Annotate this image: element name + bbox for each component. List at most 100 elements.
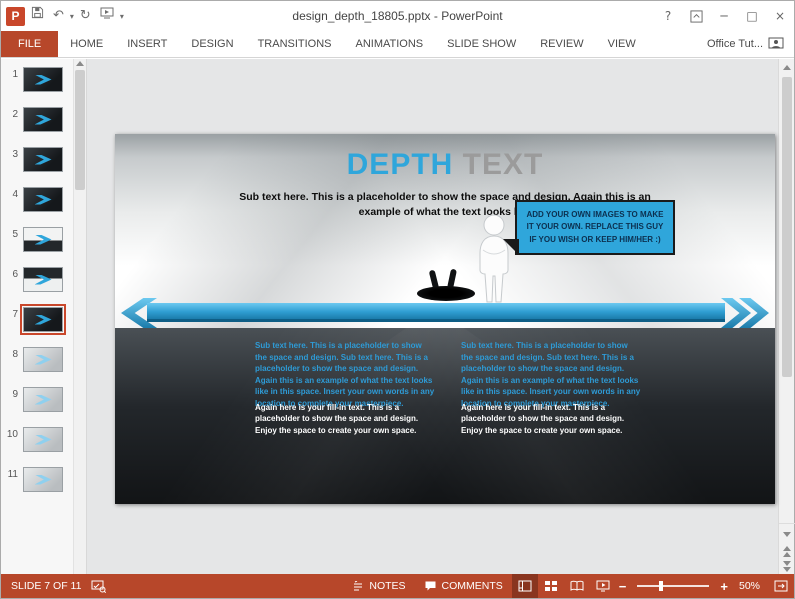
scrollbar-track[interactable] — [779, 75, 795, 523]
tab-transitions[interactable]: TRANSITIONS — [246, 31, 344, 57]
next-slide-button[interactable] — [783, 561, 791, 572]
tab-slideshow[interactable]: SLIDE SHOW — [435, 31, 528, 57]
stick-figure-image[interactable] — [473, 214, 515, 311]
notes-button[interactable]: NOTES — [343, 574, 414, 598]
slide-title[interactable]: DEPTH TEXT — [115, 148, 775, 182]
redo-icon[interactable]: ↻ — [77, 6, 94, 26]
previous-slide-button[interactable] — [783, 546, 791, 557]
slide-thumbnail[interactable] — [23, 67, 63, 92]
account-name: Office Tut... — [707, 38, 763, 50]
spell-check-icon[interactable] — [91, 580, 106, 593]
comments-label: COMMENTS — [442, 580, 503, 592]
thumbnail-slide-10[interactable]: 10 — [1, 427, 73, 467]
thumbnail-slide-4[interactable]: 4 — [1, 187, 73, 227]
tab-view[interactable]: VIEW — [596, 31, 648, 57]
slide-number: 1 — [5, 67, 18, 80]
slide-thumbnail[interactable] — [23, 427, 63, 452]
slide-thumbnail[interactable] — [23, 227, 63, 252]
notes-icon — [352, 581, 364, 592]
thumbnail-slide-9[interactable]: 9 — [1, 387, 73, 427]
slide-sorter-view-button[interactable] — [538, 574, 564, 598]
thumbnail-slide-1[interactable]: 1 — [1, 67, 73, 107]
zoom-slider[interactable] — [637, 585, 709, 587]
slide-number: 9 — [5, 387, 18, 400]
help-button[interactable]: ? — [654, 1, 682, 31]
customize-quick-access-icon[interactable]: ▾ — [120, 12, 124, 21]
comments-button[interactable]: COMMENTS — [415, 574, 512, 598]
start-slideshow-icon[interactable] — [97, 6, 117, 26]
tab-review[interactable]: REVIEW — [528, 31, 595, 57]
arrow-icon — [35, 155, 52, 165]
thumbnail-slide-11[interactable]: 11 — [1, 467, 73, 507]
thumbnail-slide-5[interactable]: 5 — [1, 227, 73, 267]
arrow-banner-shape[interactable] — [121, 300, 769, 328]
thumbnail-slide-6[interactable]: 6 — [1, 267, 73, 307]
slide-number: 7 — [5, 307, 18, 320]
thumbnail-slide-8[interactable]: 8 — [1, 347, 73, 387]
notes-label: NOTES — [369, 580, 405, 592]
slide-thumbnail[interactable] — [23, 267, 63, 292]
scroll-up-icon[interactable] — [76, 61, 84, 66]
slide-thumbnail-selected[interactable] — [23, 307, 63, 332]
undo-icon[interactable]: ↶ — [50, 6, 67, 26]
ribbon-display-options-button[interactable] — [682, 1, 710, 31]
workspace: 1 2 3 4 5 6 7 8 9 10 11 DEP — [1, 59, 794, 574]
text-column-left[interactable]: Sub text here. This is a placeholder to … — [255, 340, 435, 436]
placeholder-text-blue[interactable]: Sub text here. This is a placeholder to … — [255, 340, 435, 410]
placeholder-text-white[interactable]: Again here is your fill-in text. This is… — [255, 402, 435, 437]
minimize-button[interactable]: ─ — [710, 1, 738, 31]
arrow-icon — [35, 115, 52, 125]
thumbnail-slide-7[interactable]: 7 — [1, 307, 73, 347]
arrow-icon — [35, 75, 52, 85]
save-icon[interactable] — [28, 6, 47, 26]
vertical-scrollbar[interactable] — [778, 59, 794, 574]
slideshow-view-button[interactable] — [590, 574, 616, 598]
account-menu[interactable]: Office Tut... — [707, 31, 794, 57]
tab-home[interactable]: HOME — [58, 31, 115, 57]
zoom-slider-thumb[interactable] — [659, 581, 663, 591]
reading-view-button[interactable] — [564, 574, 590, 598]
scrollbar-thumb[interactable] — [782, 77, 792, 377]
powerpoint-window: P ↶ ▾ ↻ ▾ design_depth_18805.pptx - Powe… — [0, 0, 795, 599]
ribbon-tab-bar: FILE HOME INSERT DESIGN TRANSITIONS ANIM… — [1, 31, 794, 58]
tab-design[interactable]: DESIGN — [179, 31, 245, 57]
zoom-level[interactable]: 50% — [731, 580, 768, 592]
tab-insert[interactable]: INSERT — [115, 31, 179, 57]
slide-number: 4 — [5, 187, 18, 200]
arrow-icon — [35, 355, 52, 365]
tab-animations[interactable]: ANIMATIONS — [344, 31, 436, 57]
powerpoint-logo-icon[interactable]: P — [6, 7, 25, 26]
arrow-icon — [35, 235, 52, 245]
slide-thumbnail[interactable] — [23, 467, 63, 492]
scroll-up-icon[interactable] — [779, 59, 795, 75]
arrow-icon — [35, 435, 52, 445]
close-button[interactable]: × — [766, 1, 794, 31]
arrow-icon — [35, 395, 52, 405]
thumbnail-scrollbar[interactable] — [73, 59, 87, 574]
zoom-in-button[interactable]: + — [717, 579, 731, 594]
slide-thumbnail[interactable] — [23, 147, 63, 172]
slide-thumbnail[interactable] — [23, 187, 63, 212]
arrow-icon — [35, 275, 52, 285]
tab-file[interactable]: FILE — [1, 31, 58, 57]
scroll-down-icon[interactable] — [779, 526, 795, 542]
slide-thumbnail[interactable] — [23, 107, 63, 132]
slide-7-canvas[interactable]: DEPTH TEXT Sub text here. This is a plac… — [115, 134, 775, 504]
thumbnail-slide-3[interactable]: 3 — [1, 147, 73, 187]
slide-thumbnail[interactable] — [23, 387, 63, 412]
thumbnail-slide-2[interactable]: 2 — [1, 107, 73, 147]
placeholder-text-white[interactable]: Again here is your fill-in text. This is… — [461, 402, 641, 437]
undo-dropdown-icon[interactable]: ▾ — [70, 12, 74, 21]
zoom-out-button[interactable]: − — [616, 579, 630, 594]
hole-shape[interactable] — [417, 286, 475, 301]
text-column-right[interactable]: Sub text here. This is a placeholder to … — [461, 340, 641, 436]
normal-view-button[interactable] — [512, 574, 538, 598]
slide-number: 11 — [5, 467, 18, 480]
maximize-button[interactable]: □ — [738, 1, 766, 31]
placeholder-text-blue[interactable]: Sub text here. This is a placeholder to … — [461, 340, 641, 410]
slide-number: 3 — [5, 147, 18, 160]
callout-shape[interactable]: ADD YOUR OWN IMAGES TO MAKE IT YOUR OWN.… — [515, 200, 675, 255]
fit-slide-to-window-button[interactable] — [768, 574, 794, 598]
scrollbar-thumb[interactable] — [75, 70, 85, 190]
slide-thumbnail[interactable] — [23, 347, 63, 372]
